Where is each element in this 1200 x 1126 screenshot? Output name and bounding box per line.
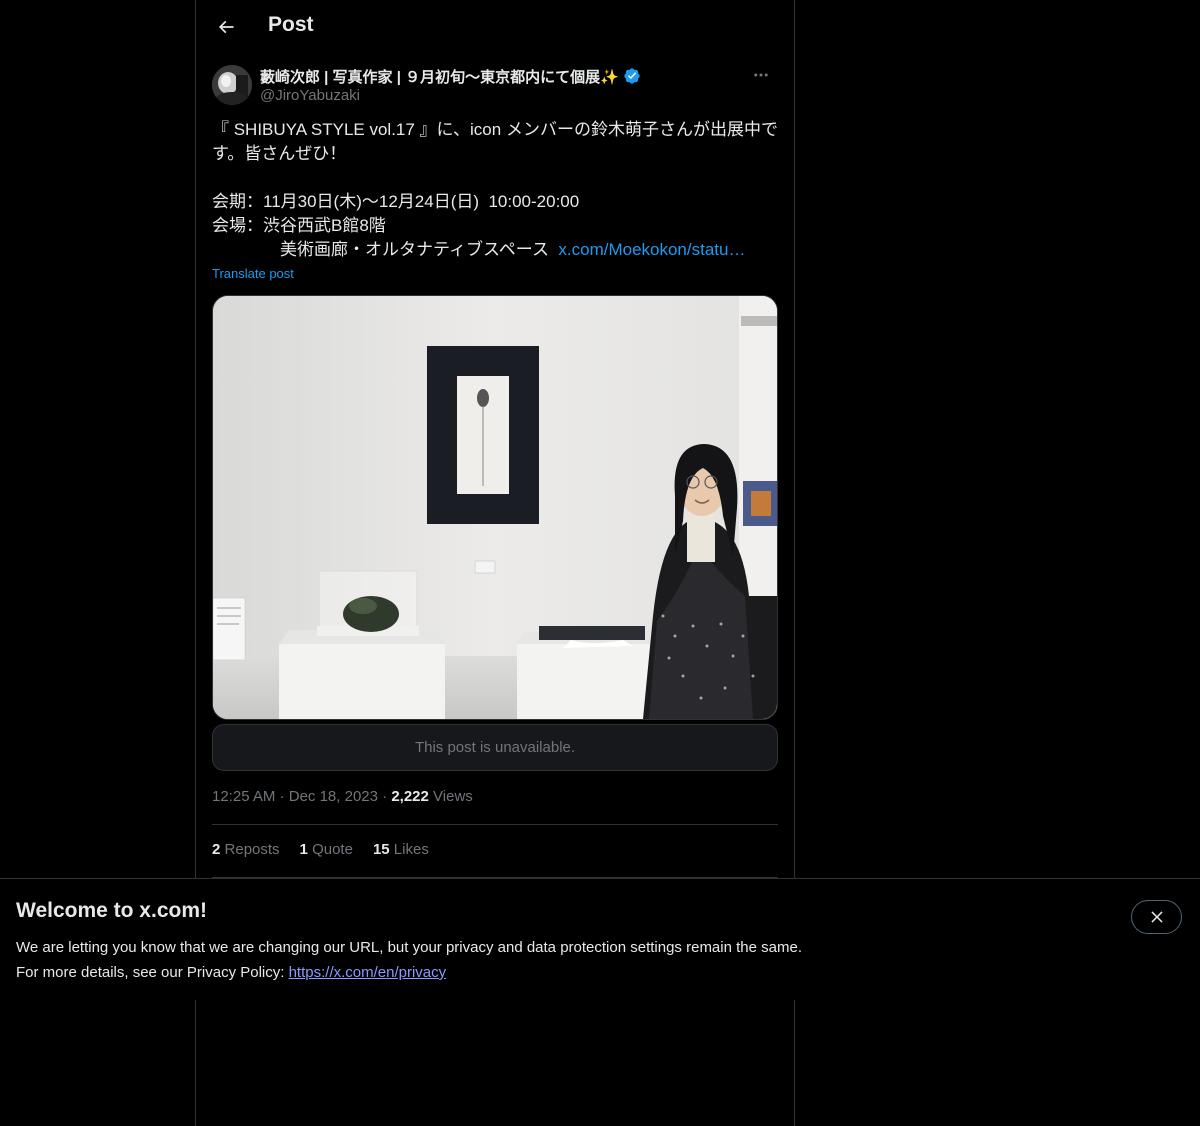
quotes-label: Quote xyxy=(312,841,353,858)
author-handle[interactable]: @JiroYabuzaki xyxy=(260,87,360,104)
welcome-banner: Welcome to x.com! We are letting you kno… xyxy=(0,878,1200,1000)
meta-separator: · xyxy=(382,788,392,805)
tweet-text-line: 会場：渋谷西武B館8階 xyxy=(212,216,386,235)
likes-stat[interactable]: 15 Likes xyxy=(373,841,429,858)
tweet-text-line: 美術画廊・オルタナティブスペース xyxy=(212,240,559,259)
close-icon xyxy=(1150,911,1163,923)
engagement-stats: 2 Reposts 1 Quote 15 Likes xyxy=(212,841,429,858)
quotes-stat[interactable]: 1 Quote xyxy=(300,841,353,858)
avatar[interactable] xyxy=(212,65,252,105)
privacy-policy-link[interactable]: https://x.com/en/privacy xyxy=(289,964,447,981)
post-date[interactable]: Dec 18, 2023 xyxy=(289,788,378,805)
avatar-image xyxy=(212,65,252,105)
reposts-label: Reposts xyxy=(224,841,280,858)
tweet-text-line: す。皆さんぜひ！ xyxy=(212,144,347,163)
arrow-left-icon xyxy=(218,20,234,34)
tweet-author: 藪崎次郎 | 写真作家 | ９月初旬〜東京都内にて個展✨ @JiroYabuza… xyxy=(212,64,778,108)
verified-badge-icon[interactable] xyxy=(623,67,641,89)
meta-separator: · xyxy=(279,788,289,805)
views-label: Views xyxy=(433,788,473,805)
reposts-count: 2 xyxy=(212,841,221,858)
tweet-text: 『 SHIBUYA STYLE vol.17 』に、icon メンバーの鈴木萌子… xyxy=(212,118,778,262)
post-time[interactable]: 12:25 AM xyxy=(212,788,275,805)
tweet-link[interactable]: x.com/Moekokon/statu… xyxy=(558,240,745,259)
banner-line: We are letting you know that we are chan… xyxy=(16,939,802,956)
post-metadata: 12:25 AM · Dec 18, 2023 · 2,222 Views xyxy=(212,788,473,805)
page-title: Post xyxy=(268,13,314,36)
more-options-button[interactable] xyxy=(744,64,778,86)
views-count: 2,222 xyxy=(391,788,429,805)
divider xyxy=(212,824,778,825)
banner-line: For more details, see our Privacy Policy… xyxy=(16,960,802,985)
gallery-photo-illustration xyxy=(213,296,777,719)
likes-label: Likes xyxy=(393,841,429,858)
back-button[interactable] xyxy=(208,9,244,45)
banner-line-prefix: For more details, see our Privacy Policy… xyxy=(16,964,289,981)
author-name-text: 藪崎次郎 | 写真作家 | ９月初旬〜東京都内にて個展✨ xyxy=(260,69,619,86)
banner-title: Welcome to x.com! xyxy=(16,899,207,922)
reposts-stat[interactable]: 2 Reposts xyxy=(212,841,280,858)
quotes-count: 1 xyxy=(299,841,308,858)
tweet-photo[interactable] xyxy=(212,295,778,720)
close-banner-button[interactable] xyxy=(1131,900,1182,934)
banner-message: We are letting you know that we are chan… xyxy=(16,935,802,985)
tweet-text-line: 『 SHIBUYA STYLE vol.17 』に、icon メンバーの鈴木萌子… xyxy=(212,120,778,139)
more-horizontal-icon xyxy=(754,73,768,77)
quoted-post-unavailable: This post is unavailable. xyxy=(212,724,778,771)
likes-count: 15 xyxy=(372,841,390,858)
author-display-name[interactable]: 藪崎次郎 | 写真作家 | ９月初旬〜東京都内にて個展✨ xyxy=(260,66,641,89)
tweet-text-line: 会期：11月30日(木)〜12月24日(日) 10:00-20:00 xyxy=(212,192,580,211)
translate-post-link[interactable]: Translate post xyxy=(212,266,294,281)
page-header: Post xyxy=(196,0,794,54)
